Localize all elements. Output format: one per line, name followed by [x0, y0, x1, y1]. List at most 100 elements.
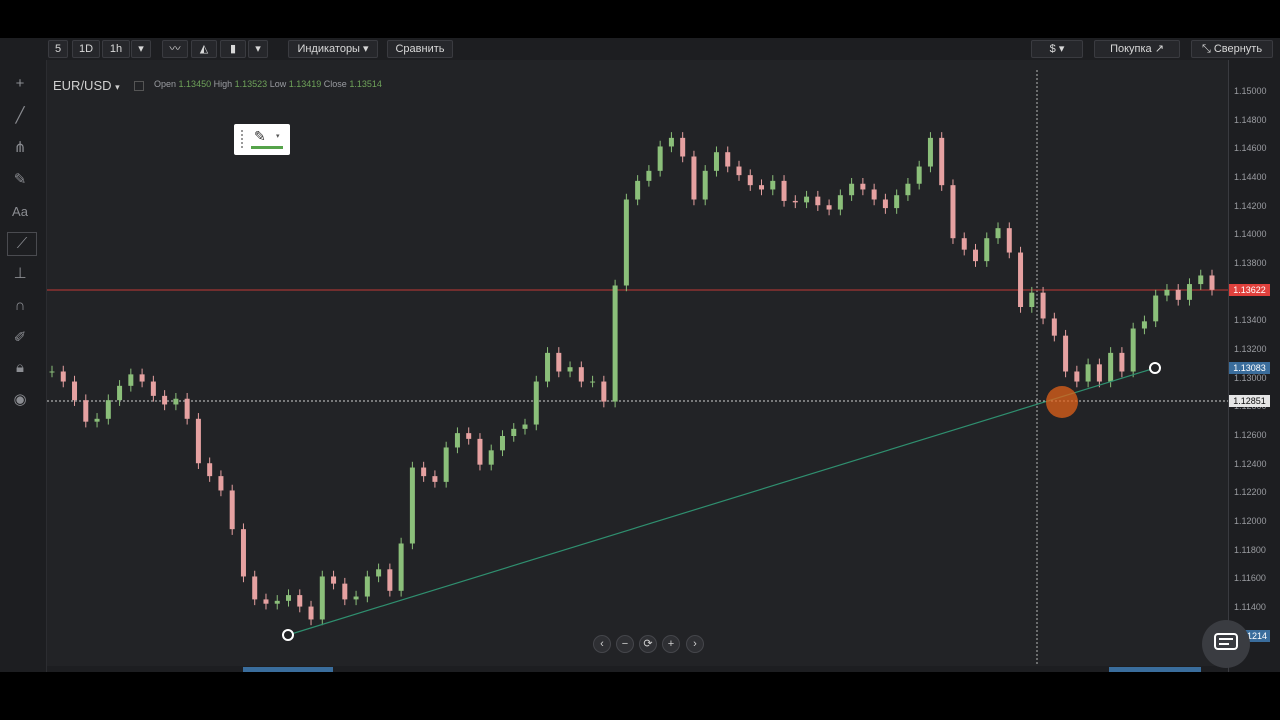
candle-body: [1198, 275, 1204, 285]
candle-body: [1175, 289, 1181, 300]
price-tick-label: 1.13800: [1234, 258, 1267, 268]
candle-body: [567, 367, 573, 372]
candle-body: [826, 205, 832, 210]
candle-body: [691, 156, 697, 200]
candle-body: [871, 189, 877, 200]
price-tick-label: 1.13400: [1234, 315, 1267, 326]
candle-body: [240, 529, 246, 577]
candle-body: [263, 599, 269, 604]
candle-body: [421, 467, 427, 477]
price-tick-label: 1.11400: [1234, 602, 1266, 612]
candle-body: [939, 137, 945, 186]
chevron-down-icon: ▾: [115, 82, 120, 92]
current-price-tag: 1.13622: [1229, 284, 1270, 296]
low-value: 1.13419: [288, 79, 322, 89]
candle-body: [995, 228, 1001, 239]
zoom-in-button[interactable]: +: [662, 635, 680, 653]
chat-bubble-icon: [1214, 633, 1238, 650]
candle-body: [499, 436, 505, 451]
drag-handle-icon[interactable]: [241, 130, 245, 148]
candle-body: [319, 576, 325, 620]
chat-line-1: [1219, 638, 1233, 640]
candlestick-series: [49, 132, 1215, 626]
candle-body: [218, 476, 224, 491]
candle-body: [387, 569, 393, 591]
candle-body: [927, 137, 933, 167]
ohlc-legend: Open 1.13450 High 1.13523 Low 1.13419 Cl…: [154, 79, 382, 89]
candle-body: [297, 595, 303, 607]
line-color-swatch[interactable]: [251, 146, 283, 149]
candle-body: [736, 166, 742, 176]
candle-body: [1085, 364, 1091, 382]
candle-body: [950, 185, 956, 239]
candle-body: [488, 450, 494, 465]
price-tick-label: 1.14000: [1234, 229, 1267, 240]
scroll-left-button[interactable]: ‹: [593, 635, 611, 653]
candle-body: [972, 249, 978, 262]
candle-body: [376, 569, 382, 577]
candle-body: [94, 418, 100, 422]
candle-body: [139, 374, 145, 382]
candle-body: [1029, 292, 1035, 307]
candle-body: [635, 180, 641, 200]
candle-body: [894, 195, 900, 209]
candle-body: [882, 199, 888, 209]
close-value: 1.13514: [349, 79, 382, 89]
candle-body: [195, 418, 201, 464]
candle-body: [1063, 335, 1069, 372]
candle-body: [207, 463, 213, 477]
legend-toggle-checkbox[interactable]: [134, 81, 144, 91]
candle-body: [173, 398, 179, 405]
candle-body: [432, 476, 438, 482]
candle-body: [353, 596, 359, 600]
candle-body: [702, 170, 708, 200]
zoom-out-button[interactable]: −: [616, 635, 634, 653]
chat-line-2: [1219, 643, 1229, 645]
candle-body: [49, 371, 55, 373]
price-tick-label: 1.12200: [1234, 487, 1267, 498]
candle-body: [1006, 228, 1012, 253]
symbol-label: EUR/USD: [53, 78, 112, 93]
candle-body: [150, 381, 156, 396]
candle-body: [781, 180, 787, 201]
candle-body: [1153, 295, 1159, 322]
candle-body: [725, 152, 731, 167]
trendline-end-handle[interactable]: [1149, 362, 1161, 374]
candle-body: [657, 146, 663, 171]
trendline-start-handle[interactable]: [282, 629, 294, 641]
close-label: Close: [323, 79, 347, 89]
scroll-right-button[interactable]: ›: [686, 635, 704, 653]
reset-zoom-button[interactable]: ⟳: [639, 635, 657, 653]
candle-body: [860, 183, 866, 190]
candle-body: [342, 583, 348, 600]
trendline[interactable]: [287, 367, 1156, 636]
candle-body: [331, 576, 337, 584]
candle-body: [601, 381, 607, 402]
candle-body: [590, 381, 596, 383]
candle-body: [105, 400, 111, 419]
candle-body: [804, 196, 810, 203]
open-value: 1.13450: [178, 79, 212, 89]
candle-body: [286, 595, 292, 601]
price-tick-label: 1.13200: [1234, 344, 1267, 354]
candle-body: [364, 576, 370, 597]
candle-body: [1141, 321, 1147, 329]
price-tick-label: 1.14800: [1234, 114, 1267, 125]
candle-body: [533, 381, 539, 425]
candle-body: [162, 395, 168, 405]
drawing-style-panel[interactable]: ✎ ▾: [234, 124, 290, 155]
low-label: Low: [269, 79, 287, 89]
candle-body: [759, 185, 765, 190]
price-tick-label: 1.15000: [1234, 86, 1267, 96]
candle-body: [984, 238, 990, 262]
pencil-icon[interactable]: ✎: [254, 128, 266, 145]
letterbox-bottom: [0, 672, 1280, 720]
candle-body: [815, 196, 821, 206]
candle-body: [229, 490, 235, 530]
candle-body: [713, 152, 719, 171]
chat-support-button[interactable]: [1202, 620, 1250, 668]
price-tick-label: 1.12400: [1234, 458, 1267, 469]
candle-body: [1186, 284, 1192, 300]
price-tick-label: 1.13000: [1234, 372, 1267, 383]
symbol-selector[interactable]: EUR/USD ▾: [53, 78, 120, 93]
